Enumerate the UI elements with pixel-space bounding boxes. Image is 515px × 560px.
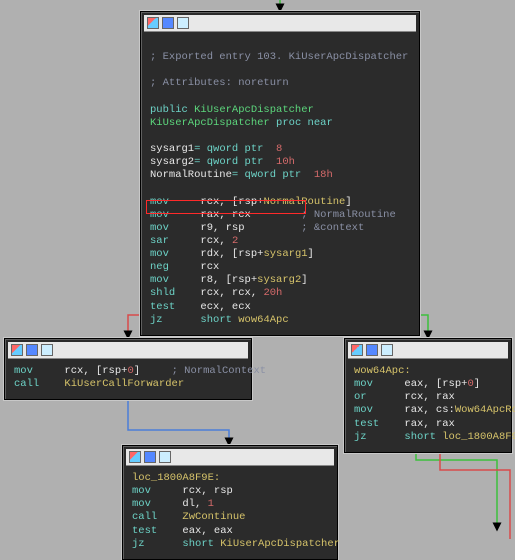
graph-node-right[interactable]: wow64Apc: mov eax, [rsp+0] or rcx, rax m… (344, 338, 512, 453)
color-icon[interactable] (11, 344, 23, 356)
hex-icon[interactable] (162, 17, 174, 29)
graph-node-main[interactable]: ; Exported entry 103. KiUserApcDispatche… (140, 11, 420, 336)
node-titlebar (126, 449, 334, 466)
node-titlebar (144, 15, 416, 32)
label: loc_1800A8F9E: (132, 472, 220, 484)
text-icon[interactable] (159, 451, 171, 463)
comment: ; Attributes: noreturn (150, 77, 289, 89)
hex-icon[interactable] (144, 451, 156, 463)
graph-node-left[interactable]: mov rcx, [rsp+0] ; NormalContext call Ki… (4, 338, 252, 400)
code-block: wow64Apc: mov eax, [rsp+0] or rcx, rax m… (348, 362, 508, 449)
label: wow64Apc: (354, 365, 411, 377)
hex-icon[interactable] (366, 344, 378, 356)
code-block: loc_1800A8F9E: mov rcx, rsp mov dl, 1 ca… (126, 469, 334, 556)
node-titlebar (8, 342, 248, 359)
highlight-box (146, 200, 306, 214)
color-icon[interactable] (351, 344, 363, 356)
comment: ; Exported entry 103. KiUserApcDispatche… (150, 51, 408, 63)
text-icon[interactable] (41, 344, 53, 356)
color-icon[interactable] (129, 451, 141, 463)
color-icon[interactable] (147, 17, 159, 29)
text-icon[interactable] (381, 344, 393, 356)
hex-icon[interactable] (26, 344, 38, 356)
text-icon[interactable] (177, 17, 189, 29)
node-titlebar (348, 342, 508, 359)
graph-node-bottom[interactable]: loc_1800A8F9E: mov rcx, rsp mov dl, 1 ca… (122, 445, 338, 560)
code-block: mov rcx, [rsp+0] ; NormalContext call Ki… (8, 362, 248, 396)
code-block: ; Exported entry 103. KiUserApcDispatche… (144, 35, 416, 332)
